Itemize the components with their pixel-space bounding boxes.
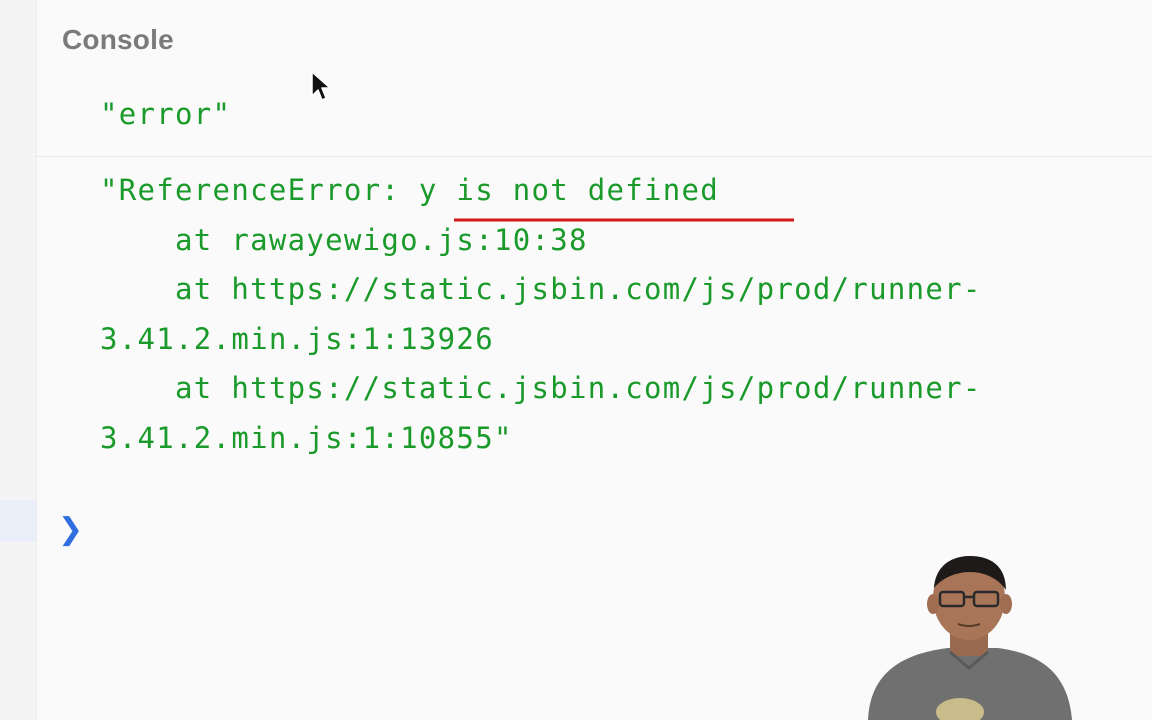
presenter-webcam-image bbox=[868, 556, 1072, 720]
console-title: Console bbox=[62, 24, 174, 55]
mouse-pointer-icon bbox=[311, 71, 331, 101]
red-underline-annotation bbox=[454, 218, 794, 222]
log-divider bbox=[37, 156, 1152, 157]
screen: Console "error" "ReferenceError: y is no… bbox=[0, 0, 1152, 720]
error-message-line: "ReferenceError: y is not defined bbox=[100, 173, 720, 207]
gutter-active-row bbox=[0, 500, 36, 542]
log-entry-error-string[interactable]: "error" bbox=[100, 97, 231, 131]
left-gutter bbox=[0, 0, 37, 720]
stack-frame-line-continued: 3.41.2.min.js:1:10855" bbox=[100, 421, 513, 455]
stack-frame-line: at https://static.jsbin.com/js/prod/runn… bbox=[100, 371, 982, 405]
stack-frame-line: at https://static.jsbin.com/js/prod/runn… bbox=[100, 272, 982, 306]
chevron-right-icon[interactable]: ❯ bbox=[58, 512, 83, 547]
stack-frame-line-continued: 3.41.2.min.js:1:13926 bbox=[100, 322, 494, 356]
stack-frame-line: at rawayewigo.js:10:38 bbox=[100, 223, 588, 257]
